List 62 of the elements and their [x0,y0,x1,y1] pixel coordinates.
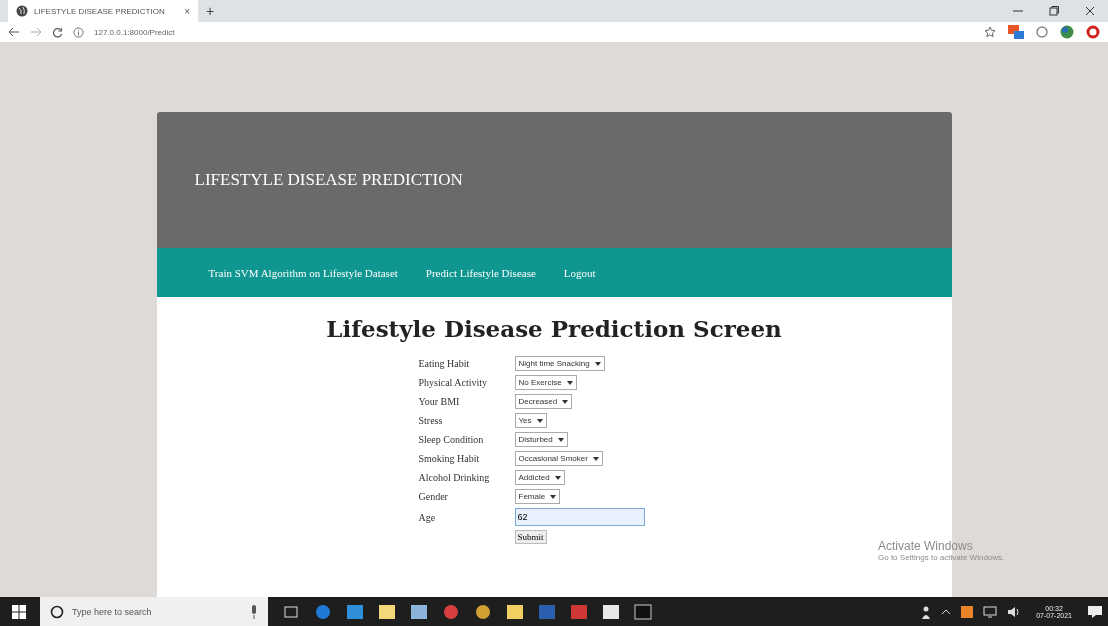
field-label: Physical Activity [418,377,489,388]
caret-icon [557,437,564,442]
new-tab-button[interactable]: + [206,3,215,19]
app-tray-icon[interactable] [961,605,974,618]
tab-title: LIFESTYLE DISEASE PREDICTION [34,6,165,16]
dropdown[interactable]: Night time Snacking [514,356,605,371]
caret-icon [554,475,561,480]
app-icon[interactable] [442,603,460,620]
submit-button[interactable]: Submit [514,530,547,544]
field-label: Sleep Condition [418,434,485,445]
extension-icon[interactable] [1086,25,1100,39]
dropdown[interactable]: No Exercise [514,375,577,390]
globe-icon [16,5,28,17]
task-view-icon[interactable] [282,603,300,620]
extension-icon[interactable] [1036,26,1048,38]
nav-link[interactable]: Train SVM Algorithm on Lifestyle Dataset [208,266,398,279]
start-icon[interactable] [12,604,26,619]
nav-link[interactable]: Predict Lifestyle Disease [425,266,536,279]
network-icon[interactable] [983,605,998,618]
field-label: Gender [418,491,449,502]
back-icon[interactable] [8,27,20,37]
field-label: Alcohol Drinking [418,472,491,483]
search-icon [50,604,64,619]
close-tab-button[interactable]: × [184,5,190,17]
caret-icon [536,418,543,423]
site-title: LIFESTYLE DISEASE PREDICTION [194,170,463,190]
address-field[interactable]: 127.0.0.1:8000/Predict [94,27,175,37]
speaker-icon[interactable] [1007,605,1022,618]
activation-text: Go to Settings to activate Windows. [878,553,1005,562]
notification-icon[interactable] [1087,604,1103,619]
dropdown[interactable]: Disturbed [514,432,568,447]
app-icon[interactable] [570,603,588,620]
caret-icon [562,399,569,404]
dropdown[interactable]: Decreased [514,394,573,409]
caret-icon [550,494,557,499]
close-icon[interactable] [1085,6,1095,16]
extension-icon[interactable] [1008,25,1024,39]
info-icon[interactable] [73,26,84,38]
reload-icon[interactable] [52,26,63,38]
field-label: Smoking Habit [418,453,481,464]
restore-icon[interactable] [1049,6,1059,16]
activation-title: Activate Windows [878,539,974,553]
browser-tab[interactable]: LIFESTYLE DISEASE PREDICTION × [8,0,198,22]
dropdown[interactable]: Addicted [514,470,565,485]
search-field[interactable]: Type here to search [40,597,268,626]
dropdown[interactable]: Occasional Smoker [514,451,603,466]
chevron-up-icon[interactable] [941,608,952,615]
input-field[interactable]: 62 [514,508,645,526]
nav-link[interactable]: Logout [563,266,596,279]
field-label: Stress [418,415,444,426]
caret-icon [566,380,573,385]
microphone-icon [250,604,258,619]
caret-icon [592,456,599,461]
page-title: Lifestyle Disease Prediction Screen [326,315,782,342]
field-label: Age [418,511,437,523]
star-icon[interactable] [984,26,996,38]
caret-icon [594,361,601,366]
dropdown[interactable]: Female [514,489,561,504]
field-label: Your BMI [418,396,461,407]
dropdown[interactable]: Yes [514,413,547,428]
field-label: Eating Habit [418,358,471,369]
extension-icon[interactable] [1060,25,1074,39]
